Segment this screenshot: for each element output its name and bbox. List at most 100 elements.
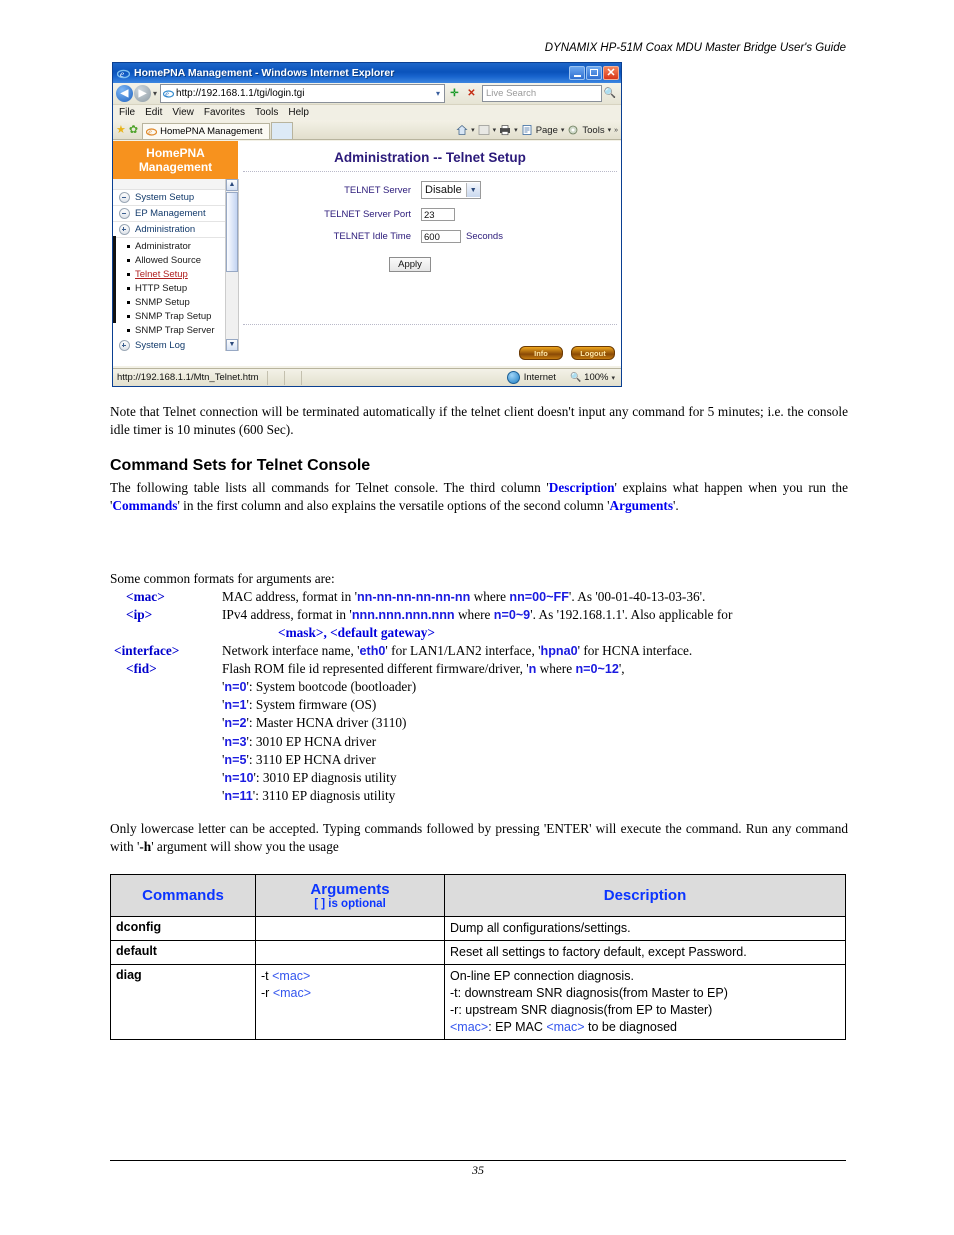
argument-format-list: <mac> MAC address, format in 'nn-nn-nn-n… — [110, 588, 848, 678]
lowercase-note-2: ' argument will show you the usage — [151, 839, 339, 854]
minus-circle-icon[interactable] — [119, 192, 130, 203]
arg-code-2: n=0~12 — [575, 662, 619, 676]
arg-prefix: MAC address, format in ' — [222, 589, 357, 604]
telnet-server-select[interactable]: Disable ▼ — [421, 181, 481, 199]
telnet-port-input[interactable]: 23 — [421, 208, 455, 221]
print-icon[interactable] — [499, 124, 511, 136]
telnet-idle-input[interactable]: 600 — [421, 230, 461, 243]
sidebar-item-system-log[interactable]: System Log — [113, 338, 238, 351]
zoom-level: 100% — [584, 372, 609, 383]
page-number: 35 — [472, 1163, 484, 1177]
history-chevron-down-icon[interactable]: ▾ — [153, 89, 157, 98]
menu-view[interactable]: View — [172, 107, 194, 118]
arg-prefix: Network interface name, ' — [222, 643, 360, 658]
sidebar-item-system-setup[interactable]: System Setup — [113, 190, 238, 206]
svg-text:e: e — [165, 90, 169, 99]
logout-button[interactable]: Logout — [571, 346, 615, 360]
apply-button-row: Apply — [199, 257, 621, 272]
header-commands: Commands — [110, 874, 256, 917]
brand-line-1: HomePNA — [146, 146, 205, 160]
page-menu-icon[interactable] — [521, 124, 533, 136]
sidebar-item-administration[interactable]: Administration — [113, 222, 238, 238]
scroll-up-icon[interactable]: ▲ — [226, 179, 238, 191]
tools-menu-label[interactable]: Tools — [582, 125, 604, 136]
apply-button[interactable]: Apply — [389, 257, 431, 272]
sidebar-subitem-snmp-trap-server[interactable]: SNMP Trap Server — [127, 323, 238, 337]
table-body: dconfig Dump all configurations/settings… — [110, 916, 846, 1040]
svg-text:e: e — [148, 128, 152, 137]
maximize-button[interactable] — [586, 66, 602, 80]
address-input[interactable]: e http://192.168.1.1/tgi/login.tgi ▾ — [160, 84, 445, 103]
formats-lead: Some common formats for arguments are: — [110, 571, 335, 586]
zoom-chevron-down-icon[interactable]: ▾ — [611, 374, 615, 382]
sidebar-subitem-administrator[interactable]: Administrator — [127, 239, 238, 253]
sidebar-subitem-label: HTTP Setup — [135, 282, 188, 294]
bullet-icon — [127, 286, 130, 290]
menu-tools[interactable]: Tools — [255, 107, 278, 118]
forward-icon[interactable]: ▶ — [134, 85, 151, 102]
argument-term: <mac> — [126, 589, 165, 604]
menu-edit[interactable]: Edit — [145, 107, 162, 118]
desc-line: On-line EP connection diagnosis. — [450, 969, 634, 983]
add-favorite-icon[interactable]: ✿ — [129, 123, 138, 136]
security-zone[interactable]: Internet — [506, 371, 556, 384]
menu-favorites[interactable]: Favorites — [204, 107, 245, 118]
gear-icon[interactable] — [567, 124, 579, 136]
plus-circle-icon[interactable] — [119, 340, 130, 351]
favorites-star-icon[interactable]: ★ — [116, 123, 126, 136]
desc-line: <mac>: EP MAC <mac> to be diagnosed — [450, 1020, 678, 1034]
sidebar-item-ep-management[interactable]: EP Management — [113, 206, 238, 222]
print-chevron-down-icon[interactable]: ▾ — [514, 126, 518, 134]
back-icon[interactable]: ◀ — [116, 85, 133, 102]
bullet-icon — [127, 328, 130, 332]
minus-circle-icon[interactable] — [119, 208, 130, 219]
sidebar-item-label: EP Management — [135, 208, 206, 219]
zoom-control[interactable]: 🔍 100% ▾ — [570, 372, 621, 383]
scroll-down-icon[interactable]: ▼ — [226, 339, 238, 351]
title-divider — [243, 171, 617, 172]
sidebar-subitem-snmp-trap-setup[interactable]: SNMP Trap Setup — [127, 309, 238, 323]
browser-tab-homepna-management[interactable]: e HomePNA Management — [142, 123, 270, 139]
bullet-icon — [127, 300, 130, 304]
argument-definition: MAC address, format in 'nn-nn-nn-nn-nn-n… — [222, 588, 848, 606]
minimize-button[interactable] — [569, 66, 585, 80]
toolbar-overflow-icon[interactable]: » — [614, 127, 618, 134]
browser-window-screenshot: e HomePNA Management - Windows Internet … — [112, 62, 622, 387]
refresh-icon[interactable]: ✛ — [447, 86, 462, 101]
table-head: Commands Arguments [ ] is optional Descr… — [110, 874, 846, 917]
address-chevron-down-icon[interactable]: ▾ — [432, 89, 444, 98]
cell-command: diag — [110, 964, 256, 1040]
menu-help[interactable]: Help — [288, 107, 309, 118]
home-icon[interactable] — [456, 124, 468, 136]
status-divider — [300, 370, 302, 385]
sidebar-subitem-snmp-setup[interactable]: SNMP Setup — [127, 295, 238, 309]
close-button[interactable]: ✕ — [603, 66, 619, 80]
sidebar-subitem-label: SNMP Setup — [135, 296, 190, 308]
note-paragraph: Note that Telnet connection will be term… — [110, 404, 848, 437]
sidebar-subitem-label: Administrator — [135, 240, 191, 252]
arg-prefix: IPv4 address, format in ' — [222, 607, 352, 622]
page-title: Administration -- Telnet Setup — [334, 150, 526, 165]
info-button[interactable]: Info — [519, 346, 563, 360]
stop-icon[interactable]: ✕ — [464, 86, 479, 101]
action-buttons: Info Logout — [519, 346, 615, 360]
chevron-down-icon[interactable]: ▼ — [465, 183, 480, 197]
page-favicon-icon: e — [162, 88, 175, 99]
sidebar-subitem-http-setup[interactable]: HTTP Setup — [127, 281, 238, 295]
search-icon[interactable]: 🔍 — [602, 88, 618, 99]
tools-chevron-down-icon[interactable]: ▾ — [608, 126, 612, 134]
link-description: Description — [548, 480, 615, 495]
home-chevron-down-icon[interactable]: ▾ — [471, 126, 475, 134]
bullet-icon — [127, 272, 130, 276]
menu-file[interactable]: File — [119, 107, 135, 118]
argument-row-fid: <fid> Flash ROM file id represented diff… — [110, 660, 848, 678]
cell-description: On-line EP connection diagnosis. -t: dow… — [444, 964, 846, 1040]
arg-line: -r <mac> — [261, 986, 312, 1000]
page-menu-label[interactable]: Page — [536, 125, 558, 136]
new-tab-button[interactable] — [270, 122, 293, 139]
plus-circle-icon[interactable] — [119, 224, 130, 235]
argument-row-ip: <ip> IPv4 address, format in 'nnn.nnn.nn… — [110, 606, 848, 624]
page-chevron-down-icon[interactable]: ▾ — [561, 126, 565, 134]
search-input[interactable]: Live Search — [482, 85, 602, 102]
cell-command: dconfig — [110, 916, 256, 941]
